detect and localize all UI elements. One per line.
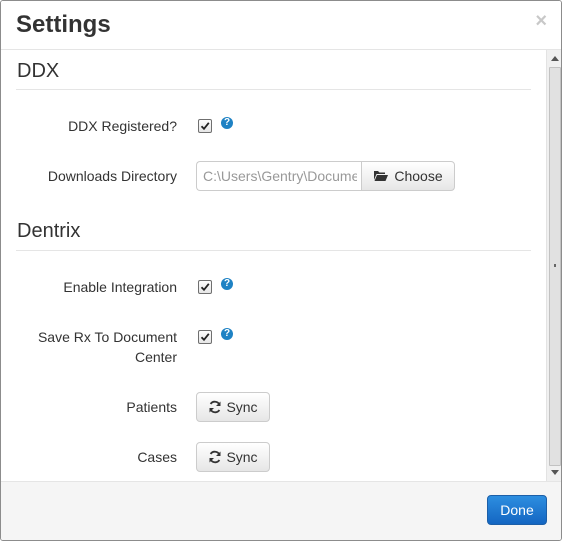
scroll-down-icon[interactable] — [547, 465, 561, 480]
dialog-title: Settings — [16, 11, 111, 38]
ddx-registered-label: DDX Registered? — [68, 118, 177, 134]
folder-open-icon — [374, 171, 389, 181]
refresh-icon — [209, 450, 221, 464]
save-rx-label-line1: Save Rx To Document — [37, 329, 177, 345]
downloads-directory-label: Downloads Directory — [47, 168, 177, 184]
section-divider — [16, 250, 531, 251]
dialog-footer: Done — [1, 481, 561, 540]
dialog-header: Settings × — [1, 1, 561, 50]
save-rx-label: Save Rx To Document Center — [7, 327, 177, 367]
cases-sync-label: Sync — [226, 449, 258, 465]
patients-label: Patients — [126, 399, 177, 415]
done-button[interactable]: Done — [487, 495, 547, 525]
help-icon[interactable]: ? — [221, 278, 233, 290]
vertical-scrollbar[interactable] — [546, 50, 561, 481]
settings-dialog: Settings × DDX DDX Registered? ? Downloa… — [0, 0, 562, 541]
checkmark-icon — [200, 333, 210, 342]
choose-button[interactable]: Choose — [361, 161, 455, 191]
patients-sync-button[interactable]: Sync — [196, 392, 270, 422]
section-title-ddx: DDX — [17, 60, 60, 82]
patients-sync-label: Sync — [226, 399, 258, 415]
section-divider — [16, 89, 531, 90]
checkmark-icon — [200, 122, 210, 131]
choose-button-label: Choose — [394, 168, 443, 184]
help-icon[interactable]: ? — [221, 328, 233, 340]
cases-sync-button[interactable]: Sync — [196, 442, 270, 472]
scroll-up-icon[interactable] — [547, 51, 561, 66]
save-rx-checkbox[interactable] — [198, 330, 212, 344]
cases-label: Cases — [137, 449, 177, 465]
scrollbar-thumb[interactable] — [549, 67, 561, 466]
enable-integration-checkbox[interactable] — [198, 280, 212, 294]
refresh-icon — [209, 400, 221, 414]
checkmark-icon — [200, 283, 210, 292]
close-icon[interactable]: × — [535, 11, 547, 31]
downloads-directory-input[interactable] — [196, 161, 363, 191]
dialog-body: DDX DDX Registered? ? Downloads Director… — [1, 50, 546, 481]
scrollbar-grip — [554, 264, 556, 267]
ddx-registered-checkbox[interactable] — [198, 119, 212, 133]
save-rx-label-line2: Center — [134, 349, 177, 365]
section-title-dentrix: Dentrix — [17, 220, 81, 242]
enable-integration-label: Enable Integration — [63, 279, 177, 295]
help-icon[interactable]: ? — [221, 117, 233, 129]
